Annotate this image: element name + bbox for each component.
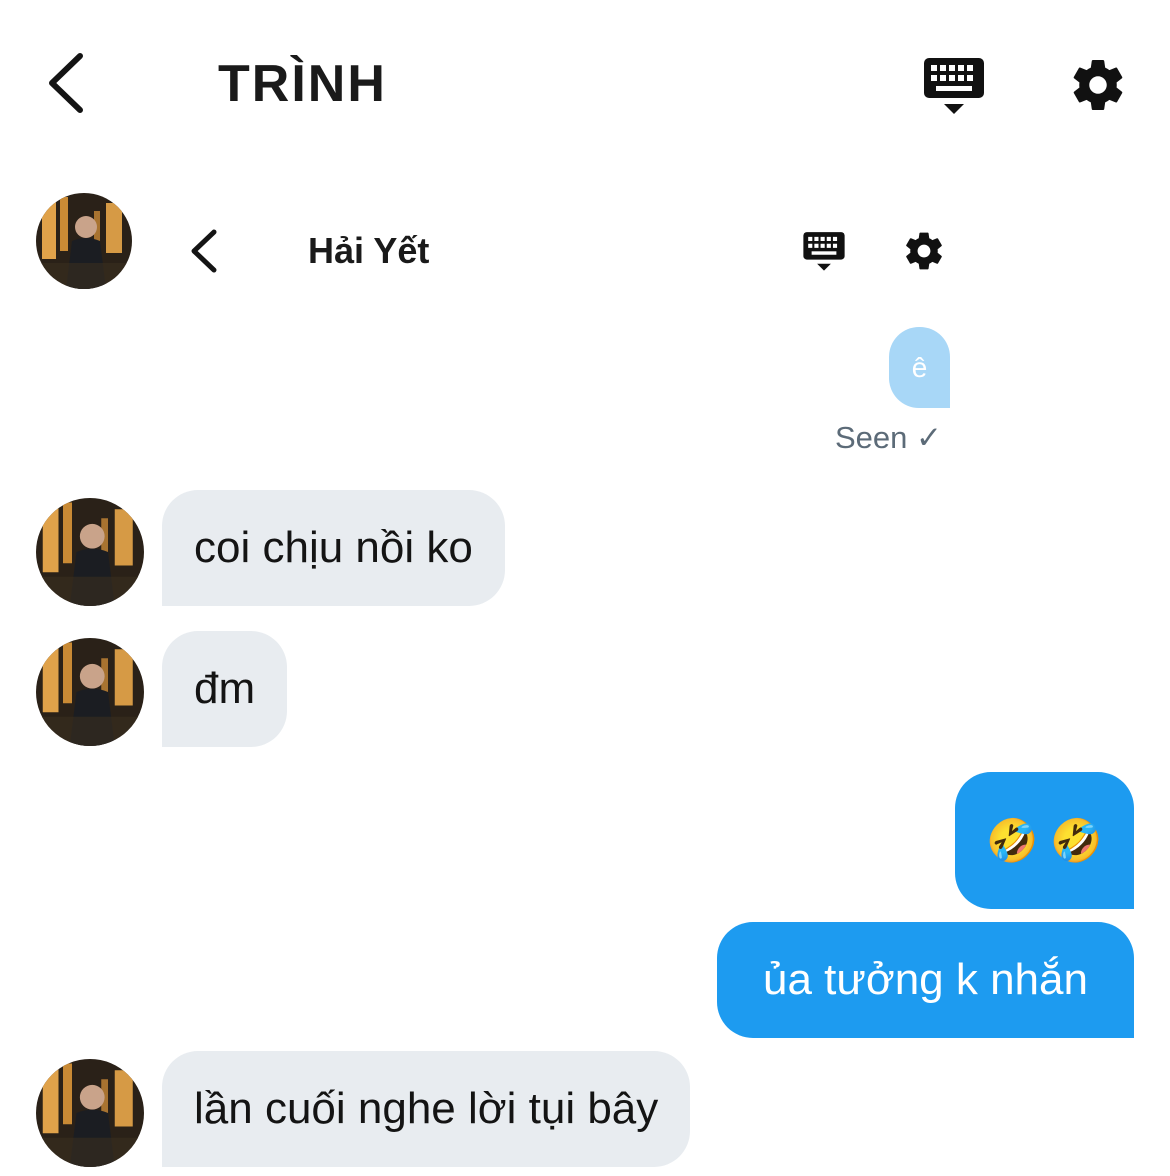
embedded-back-button — [186, 226, 220, 276]
keyboard-icon — [924, 58, 984, 114]
settings-button[interactable] — [1068, 55, 1128, 115]
message-bubble-outgoing[interactable]: ủa tưởng k nhắn — [717, 922, 1134, 1038]
embedded-conversation-title: Hải Yết — [308, 230, 430, 271]
avatar[interactable] — [36, 498, 144, 606]
message-bubble-outgoing[interactable]: ê — [889, 327, 950, 408]
avatar — [36, 193, 132, 289]
seen-status: Seen ✓ — [835, 420, 942, 455]
gear-icon — [906, 232, 942, 270]
chevron-left-icon — [191, 229, 217, 273]
keyboard-button[interactable] — [922, 56, 986, 118]
embedded-keyboard-button — [802, 230, 846, 274]
conversation-title: TRÌNH — [218, 55, 387, 113]
keyboard-icon — [803, 232, 845, 271]
avatar[interactable] — [36, 638, 144, 746]
back-button[interactable] — [42, 50, 92, 116]
gear-icon — [1073, 60, 1123, 110]
chevron-left-icon — [49, 53, 83, 113]
avatar[interactable] — [36, 1059, 144, 1167]
message-bubble-incoming[interactable]: lần cuối nghe lời tụi bây — [162, 1051, 691, 1167]
message-bubble-incoming[interactable]: đm — [162, 631, 288, 747]
message-bubble-incoming[interactable]: coi chịu nồi ko — [162, 490, 505, 606]
message-bubble-outgoing[interactable]: 🤣 🤣 — [955, 772, 1134, 909]
embedded-settings-button — [902, 229, 946, 273]
